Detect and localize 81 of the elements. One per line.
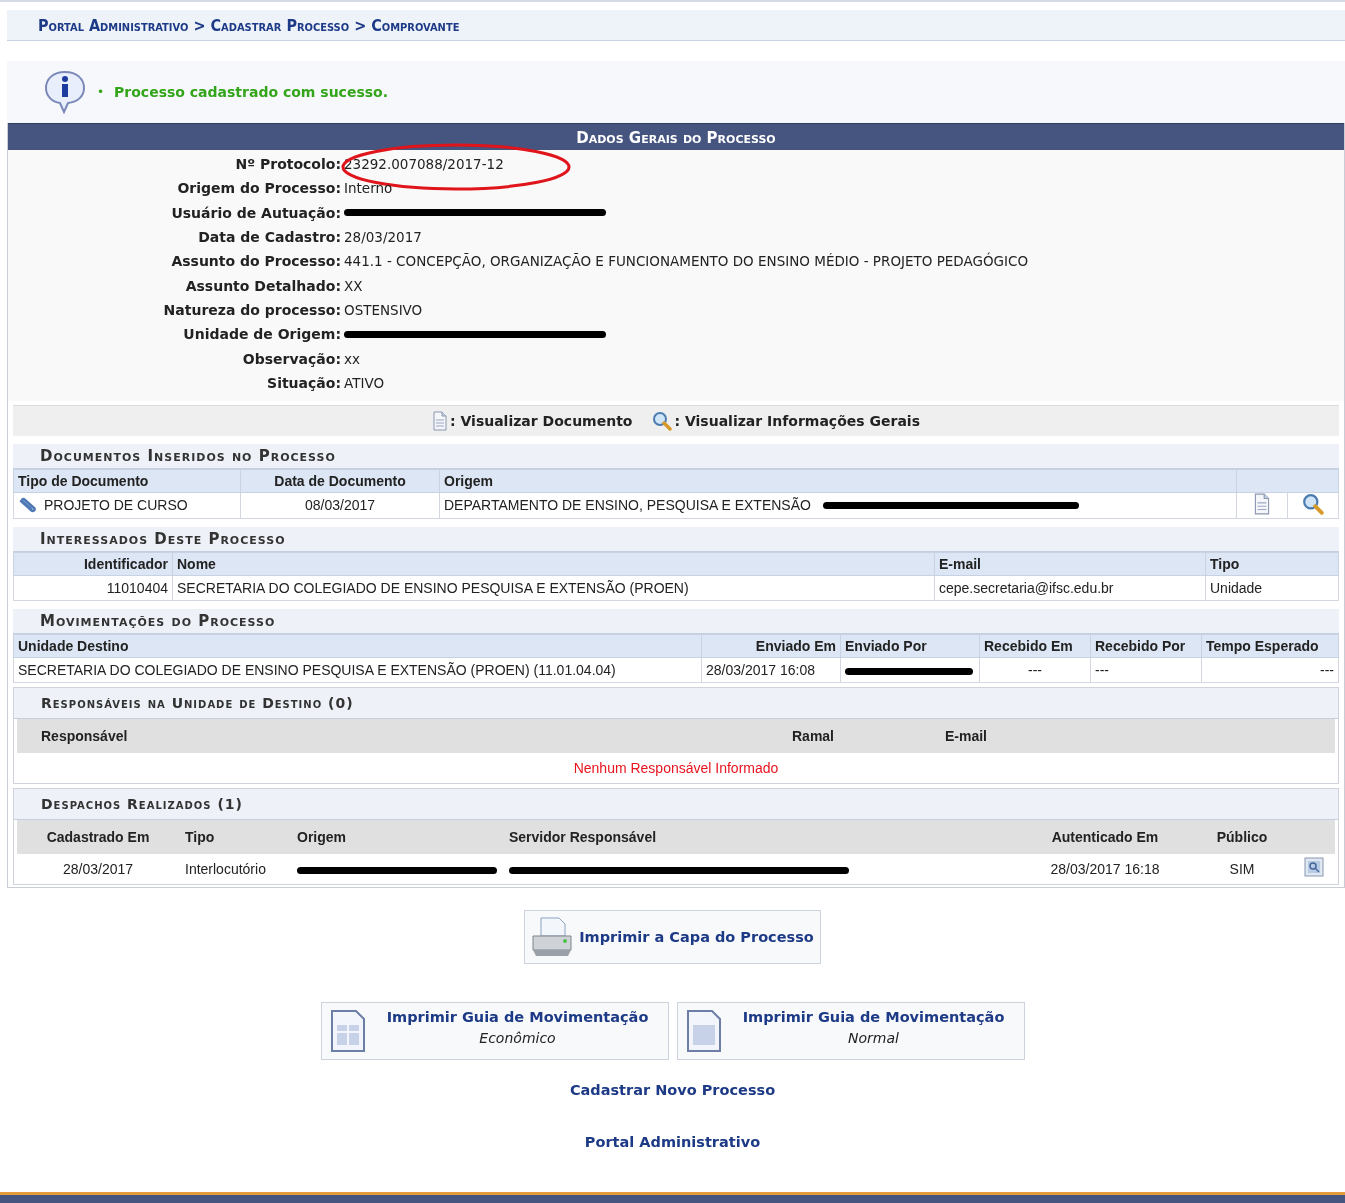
table-cell: DEPARTAMENTO DE ENSINO, PESQUISA E EXTENSÃO: [444, 497, 811, 514]
legend-label: : Visualizar Informações Gerais: [674, 412, 920, 429]
field-label: Situação:: [266, 374, 341, 391]
view-icon[interactable]: [1304, 857, 1324, 878]
search-icon[interactable]: [1302, 492, 1324, 515]
field-value: 441.1 - CONCEPÇÃO, ORGANIZAÇÃO E FUNCIONAMENTO DO ENSINO MÉDIO - PROJETO PEDAGÓGICO: [344, 253, 1029, 270]
column-header: Ramal: [687, 718, 939, 753]
table-cell: 28/03/2017: [62, 860, 134, 877]
column-header: Recebido Por: [1090, 634, 1202, 658]
section-title: Documentos Inseridos no Processo: [13, 443, 1339, 469]
column-header: Cadastrado Em: [17, 819, 179, 854]
table-cell: SECRETARIA DO COLEGIADO DE ENSINO PESQUISA E EXTENSÃO (PROEN) (11.01.04.04): [18, 661, 616, 678]
document-icon[interactable]: [1253, 492, 1271, 515]
field-label: Data de Cadastro:: [197, 229, 341, 246]
column-header: Tipo de Documento: [13, 469, 241, 493]
link[interactable]: Cadastrar Novo Processo: [569, 1081, 776, 1098]
table-cell: SIM: [1229, 860, 1255, 877]
table-cell: ---: [1028, 661, 1042, 678]
column-header: Nome: [172, 552, 935, 576]
field-label: Assunto Detalhado:: [184, 277, 341, 294]
column-header: Servidor Responsável: [503, 819, 1019, 854]
field-value: ATIVO: [344, 374, 385, 391]
document-icon: [329, 1008, 366, 1053]
field-label: Natureza do processo:: [162, 301, 341, 318]
column-header: Público: [1191, 819, 1293, 854]
column-header: Enviado Em: [701, 634, 841, 658]
table-cell: cepe.secretaria@ifsc.edu.br: [939, 579, 1114, 596]
empty-message: Nenhum Responsável Informado: [573, 759, 779, 776]
table-cell: ---: [1095, 661, 1109, 678]
section-title: Movimentações do Processo: [13, 608, 1339, 634]
column-header: Origem: [291, 819, 503, 854]
legend-label: : Visualizar Documento: [450, 412, 633, 429]
print-guide-button[interactable]: Imprimir Guia de Movimentação Econômico: [320, 1001, 669, 1060]
field-value: xx: [344, 350, 360, 367]
column-header: Data de Documento: [240, 469, 440, 493]
field-label: Usuário de Autuação:: [170, 204, 341, 221]
field-label: Origem do Processo:: [176, 180, 341, 197]
field-value: OSTENSIVO: [344, 301, 423, 318]
field-label: Nº Protocolo:: [234, 156, 341, 173]
table-cell: 28/03/2017 16:18: [1050, 860, 1160, 877]
field-label: Observação:: [241, 350, 341, 367]
column-header: Tipo: [179, 819, 291, 854]
column-header: Autenticado Em: [1019, 819, 1191, 854]
document-icon: [432, 410, 448, 431]
field-value: Interno: [344, 180, 393, 197]
column-header: Tempo Esperado: [1201, 634, 1339, 658]
column-header: E-mail: [939, 718, 1335, 753]
column-header: Recebido Em: [979, 634, 1091, 658]
breadcrumb: Portal Administrativo > Cadastrar Processo > Comprovante: [38, 15, 460, 35]
section-title: Interessados Deste Processo: [13, 526, 1339, 552]
column-header: Enviado Por: [840, 634, 980, 658]
section-header: Dados Gerais do Processo: [8, 123, 1344, 150]
info-icon: [43, 69, 87, 115]
table-cell: Interlocutório: [185, 860, 266, 877]
print-cover-button[interactable]: Imprimir a Capa do Processo: [524, 909, 821, 964]
table-cell: Unidade: [1210, 579, 1263, 596]
table-cell: 08/03/2017: [304, 497, 376, 514]
column-header: Origem: [439, 469, 1237, 493]
table-cell: 11010404: [106, 579, 168, 596]
search-icon: [652, 410, 673, 431]
field-label: Assunto do Processo:: [170, 253, 341, 270]
table-cell: SECRETARIA DO COLEGIADO DE ENSINO PESQUISA E EXTENSÃO (PROEN): [177, 579, 689, 596]
link[interactable]: Portal Administrativo: [584, 1133, 761, 1150]
table-cell: PROJETO DE CURSO: [44, 497, 188, 514]
column-header: Responsável: [17, 718, 687, 753]
success-message: Processo cadastrado com sucesso.: [114, 84, 388, 100]
column-header: Tipo: [1205, 552, 1339, 576]
column-header: Unidade Destino: [13, 634, 702, 658]
field-label: Unidade de Origem:: [182, 326, 341, 343]
print-guide-button[interactable]: Imprimir Guia de Movimentação Normal: [676, 1001, 1025, 1060]
document-icon: [685, 1008, 722, 1053]
field-value: 28/03/2017: [344, 229, 422, 246]
section-title: Despachos Realizados (1): [14, 788, 1338, 820]
column-header: E-mail: [934, 552, 1206, 576]
bullet: •: [97, 85, 105, 99]
table-cell: 28/03/2017 16:08: [706, 661, 815, 678]
column-header: Identificador: [13, 552, 173, 576]
field-value: XX: [344, 277, 363, 294]
table-cell: ---: [1320, 661, 1334, 678]
section-title: Responsáveis na Unidade de Destino (0): [14, 687, 1338, 719]
field-value: 23292.007088/2017-12: [344, 156, 504, 173]
